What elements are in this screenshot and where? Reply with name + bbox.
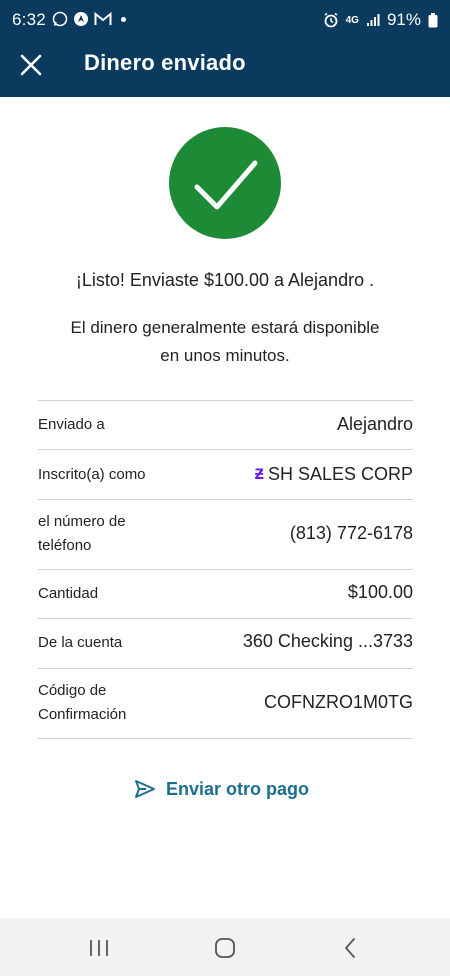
zelle-icon: ƶ <box>254 463 264 484</box>
detail-value: Alejandro <box>336 414 413 434</box>
availability-note: El dinero generalmente estará disponible… <box>0 314 450 370</box>
detail-label-line2: Confirmación <box>38 706 127 723</box>
battery-level: 91% <box>386 10 421 29</box>
system-nav-bar <box>0 918 450 976</box>
detail-value: 360 Checking ...3733 <box>242 631 413 651</box>
detail-value-with-icon: ƶ SH SALES CORP <box>254 463 413 485</box>
detail-row-from-account: De la cuenta 360 Checking ...3733 <box>38 619 413 669</box>
detail-value: COFNZRO1M0TG <box>263 692 413 712</box>
signal-icon <box>366 14 380 26</box>
alarm-icon <box>324 12 338 28</box>
more-notifications-dot <box>121 16 126 22</box>
send-another-payment-button[interactable]: Enviar otro pago <box>134 778 309 800</box>
detail-label: Enviado a <box>38 416 105 433</box>
network-type-label: 4G <box>345 14 359 26</box>
status-bar: 6:32 4G 91% <box>0 0 450 40</box>
detail-label: De la cuenta <box>38 634 123 651</box>
system-icons: 4G 91% <box>323 10 438 30</box>
detail-row-enrolled-as: Inscrito(a) como ƶ SH SALES CORP <box>38 450 413 500</box>
whatsapp-icon <box>52 11 68 27</box>
home-icon[interactable] <box>212 935 238 961</box>
detail-label: Inscrito(a) como <box>38 466 146 483</box>
detail-label: Código de Confirmación <box>38 679 126 727</box>
detail-row-phone: el número de teléfono (813) 772-6178 <box>38 500 413 570</box>
detail-row-recipient: Enviado a Alejandro <box>38 401 413 450</box>
page-title: Dinero enviado <box>84 50 246 75</box>
gmail-icon <box>94 12 112 25</box>
detail-row-amount: Cantidad $100.00 <box>38 570 413 619</box>
detail-label: Cantidad <box>38 585 99 602</box>
app-bar: 6:32 4G 91% Dinero enviado <box>0 0 450 97</box>
send-icon <box>135 780 155 798</box>
detail-row-confirmation: Código de Confirmación COFNZRO1M0TG <box>38 669 413 739</box>
detail-label-line1: el número de <box>38 513 126 530</box>
check-icon <box>194 160 258 210</box>
status-time: 6:32 <box>12 10 46 29</box>
detail-value: $100.00 <box>347 582 413 602</box>
detail-value: SH SALES CORP <box>267 463 413 484</box>
availability-note-line2: en unos minutos. <box>160 346 290 365</box>
success-circle <box>169 127 281 239</box>
detail-value: (813) 772-6178 <box>289 523 413 543</box>
back-icon[interactable] <box>338 935 364 961</box>
transfer-details: Enviado a Alejandro Inscrito(a) como ƶ S… <box>38 400 413 739</box>
detail-label-line1: Código de <box>38 682 107 699</box>
availability-note-line1: El dinero generalmente estará disponible <box>70 318 380 337</box>
success-message: ¡Listo! Enviaste $100.00 a Alejandro . <box>75 270 375 290</box>
notification-icons <box>52 11 126 27</box>
navigation-icon <box>74 12 88 26</box>
battery-icon <box>428 12 438 27</box>
detail-label: el número de teléfono <box>38 510 126 558</box>
send-another-payment-label: Enviar otro pago <box>166 778 310 799</box>
close-icon[interactable] <box>18 52 44 78</box>
detail-label-line2: teléfono <box>38 537 92 554</box>
recent-apps-icon[interactable] <box>86 935 112 961</box>
